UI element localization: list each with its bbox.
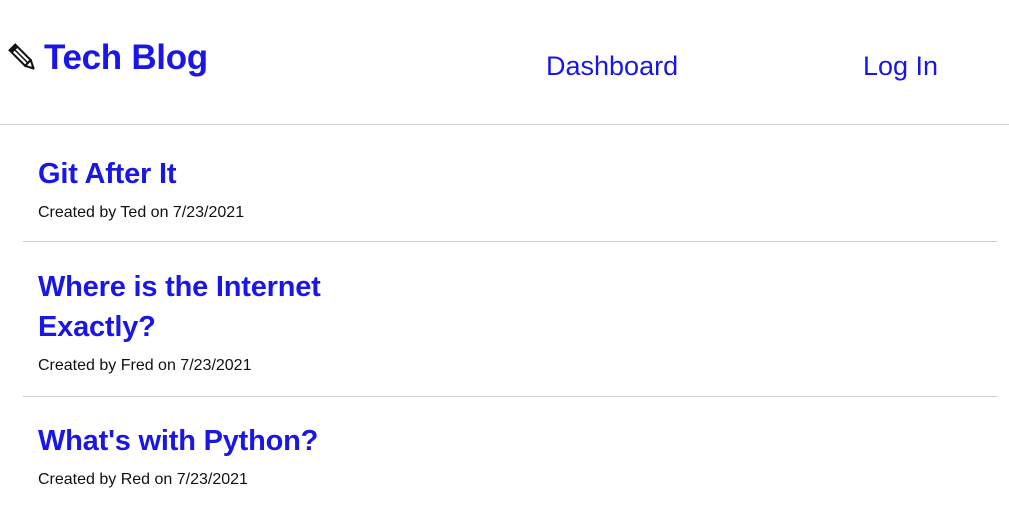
post-title-link[interactable]: What's with Python? (38, 421, 368, 461)
nav-login-link[interactable]: Log In (863, 50, 938, 82)
brand-link[interactable]: Tech Blog (8, 38, 208, 78)
post-list: Git After It Created by Ted on 7/23/2021… (23, 125, 997, 500)
nav-dashboard-link[interactable]: Dashboard (546, 50, 678, 82)
post-meta: Created by Ted on 7/23/2021 (38, 204, 245, 221)
post-meta: Created by Fred on 7/23/2021 (38, 357, 252, 374)
site-title: Tech Blog (44, 38, 208, 77)
post-item: Git After It Created by Ted on 7/23/2021 (23, 125, 997, 242)
post-item: What's with Python? Created by Red on 7/… (23, 397, 997, 500)
post-title-link[interactable]: Git After It (38, 154, 368, 194)
pencil-icon (8, 41, 38, 75)
post-item: Where is the Internet Exactly? Created b… (23, 242, 997, 397)
site-header: Tech Blog Dashboard Log In (0, 0, 1009, 125)
post-meta: Created by Red on 7/23/2021 (38, 471, 248, 488)
post-title-link[interactable]: Where is the Internet Exactly? (38, 267, 368, 347)
